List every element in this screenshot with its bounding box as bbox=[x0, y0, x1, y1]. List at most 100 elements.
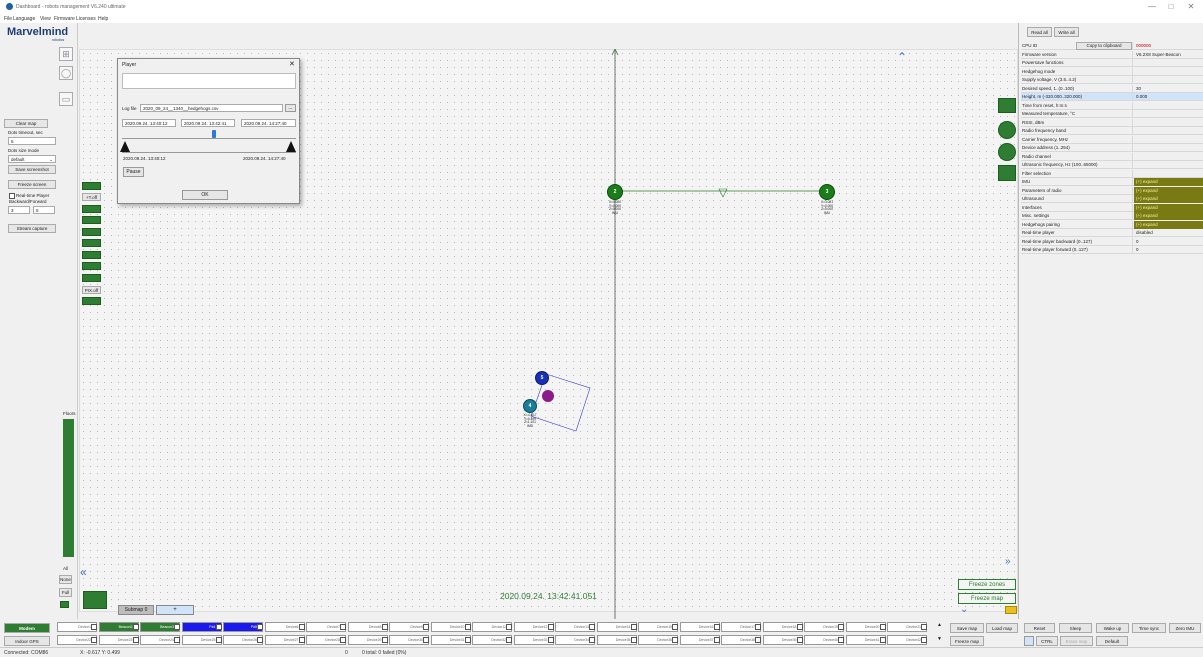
current-time-input[interactable]: 2020.09.24. 13:42:41 bbox=[181, 119, 235, 127]
beacon-2[interactable]: 2 bbox=[607, 184, 623, 200]
maximize-button[interactable]: □ bbox=[1164, 2, 1178, 11]
device-checkbox[interactable] bbox=[215, 624, 222, 630]
property-value[interactable]: 0.000 bbox=[1134, 93, 1203, 101]
property-value[interactable] bbox=[1134, 144, 1203, 152]
device-checkbox[interactable] bbox=[879, 637, 886, 643]
add-submap-button[interactable]: + bbox=[156, 605, 194, 615]
device-checkbox[interactable] bbox=[464, 624, 471, 630]
property-value[interactable] bbox=[1134, 119, 1203, 127]
player-close-icon[interactable]: ✕ bbox=[289, 60, 295, 68]
ctrl-indicator[interactable] bbox=[1024, 636, 1034, 646]
sleep-button[interactable]: Sleep bbox=[1059, 623, 1092, 633]
freeze-zones-button[interactable]: Freeze zones bbox=[958, 579, 1016, 590]
device-checkbox[interactable] bbox=[91, 637, 97, 643]
device-checkbox[interactable] bbox=[796, 624, 803, 630]
device-checkbox[interactable] bbox=[215, 637, 222, 643]
property-row[interactable]: Firmware version V6.2X8 Super-Beacon bbox=[1021, 50, 1203, 59]
property-row[interactable]: RSSI, dBm bbox=[1021, 118, 1203, 127]
device-checkbox[interactable] bbox=[132, 624, 139, 630]
property-value[interactable]: 000000 bbox=[1134, 42, 1203, 50]
device-checkbox[interactable] bbox=[547, 624, 554, 630]
property-row[interactable]: CPU ID 000000 Copy to clipboard bbox=[1021, 42, 1203, 50]
save-screenshot-button[interactable]: Save screenshot bbox=[8, 165, 56, 174]
property-row[interactable]: Misc. settings (+) expand bbox=[1021, 212, 1203, 220]
device-checkbox[interactable] bbox=[672, 624, 678, 630]
submap-tab[interactable]: Submap 0 bbox=[118, 605, 154, 615]
device-checkbox[interactable] bbox=[921, 624, 927, 630]
device-checkbox[interactable] bbox=[298, 637, 305, 643]
property-row[interactable]: Time from reset, h:m:s bbox=[1021, 101, 1203, 110]
property-value[interactable] bbox=[1134, 110, 1203, 118]
property-row[interactable]: IMU (+) expand bbox=[1021, 178, 1203, 186]
device-checkbox[interactable] bbox=[423, 637, 429, 643]
property-row[interactable]: Radio channel bbox=[1021, 152, 1203, 161]
hedgehog-5[interactable]: 5 bbox=[535, 371, 549, 385]
device-checkbox[interactable] bbox=[257, 624, 263, 630]
floor-button[interactable] bbox=[60, 601, 69, 608]
property-value[interactable]: 30 bbox=[1134, 85, 1203, 93]
property-value[interactable] bbox=[1134, 127, 1203, 135]
stream-capture-button[interactable]: Stream capture bbox=[8, 224, 56, 233]
end-time-input[interactable]: 2020.09.24. 14:27:40 bbox=[241, 119, 296, 127]
range-start-handle-icon[interactable] bbox=[120, 141, 130, 152]
property-value[interactable] bbox=[1134, 161, 1203, 169]
property-value[interactable] bbox=[1134, 153, 1203, 161]
zero-imu-button[interactable]: Zero IMU bbox=[1169, 623, 1201, 633]
device-checkbox[interactable] bbox=[838, 637, 844, 643]
property-row[interactable]: Real-time player forward (0..127) 0 bbox=[1021, 246, 1203, 254]
property-row[interactable]: Interfaces (+) expand bbox=[1021, 203, 1203, 212]
property-value[interactable]: (+) expand bbox=[1134, 220, 1203, 229]
property-row[interactable]: Radio frequency band bbox=[1021, 127, 1203, 135]
device-checkbox[interactable] bbox=[381, 624, 388, 630]
property-value[interactable]: disabled bbox=[1134, 229, 1203, 237]
device-checkbox[interactable] bbox=[879, 624, 886, 630]
timeline-track[interactable] bbox=[122, 138, 296, 139]
property-row[interactable]: Supply voltage, V (3.5..4.2) bbox=[1021, 76, 1203, 84]
floors-full-button[interactable]: Full bbox=[59, 588, 72, 597]
pause-button[interactable]: Pause bbox=[123, 167, 144, 177]
device-checkbox[interactable] bbox=[630, 624, 637, 630]
erase-map-button[interactable]: Erase map bbox=[1060, 636, 1093, 646]
device-checkbox[interactable] bbox=[506, 637, 512, 643]
property-value[interactable] bbox=[1134, 59, 1203, 67]
property-row[interactable]: Hedgehog mode bbox=[1021, 67, 1203, 76]
property-value[interactable]: V6.2X8 Super-Beacon bbox=[1134, 51, 1203, 59]
device-checkbox[interactable] bbox=[132, 637, 139, 643]
clear-map-button[interactable]: Clear map bbox=[4, 119, 48, 128]
rotate-icon[interactable]: ◯ bbox=[59, 66, 73, 80]
freeze-map-button[interactable]: Freeze map bbox=[950, 636, 984, 646]
beacon-3[interactable]: 3 bbox=[819, 184, 835, 200]
hedgehog-4[interactable]: 4 bbox=[523, 399, 537, 413]
freeze-screen-button[interactable]: Freeze screen bbox=[8, 180, 56, 189]
device-checkbox[interactable] bbox=[630, 637, 637, 643]
default-button[interactable]: Default bbox=[1096, 636, 1128, 646]
device-checkbox[interactable] bbox=[340, 624, 346, 630]
property-value[interactable] bbox=[1134, 76, 1203, 84]
device-checkbox[interactable] bbox=[713, 637, 720, 643]
property-value[interactable]: (+) expand bbox=[1134, 203, 1203, 212]
property-row[interactable]: Desired speed, 1..(0..100) 30 bbox=[1021, 84, 1203, 93]
device-checkbox[interactable] bbox=[921, 637, 927, 643]
device-checkbox[interactable] bbox=[174, 624, 180, 630]
property-value[interactable]: (+) expand bbox=[1134, 178, 1203, 186]
property-row[interactable]: Device address (1..254) bbox=[1021, 144, 1203, 152]
browse-button[interactable]: ... bbox=[285, 104, 296, 112]
ctrl-button[interactable]: CTRL bbox=[1036, 636, 1058, 646]
property-value[interactable] bbox=[1134, 102, 1203, 110]
reset-button[interactable]: Reset bbox=[1024, 623, 1055, 633]
dots-size-select[interactable]: default ⌄ bbox=[8, 155, 56, 163]
device-checkbox[interactable] bbox=[796, 637, 803, 643]
property-value[interactable]: 0 bbox=[1134, 246, 1203, 254]
property-value[interactable]: 0 bbox=[1134, 238, 1203, 246]
floors-none-button[interactable]: None bbox=[59, 575, 72, 584]
property-value[interactable] bbox=[1134, 136, 1203, 144]
property-value[interactable] bbox=[1134, 68, 1203, 76]
ruler-icon[interactable]: ▭ bbox=[59, 92, 73, 106]
device-checkbox[interactable] bbox=[174, 637, 180, 643]
floors-list[interactable] bbox=[63, 419, 74, 557]
property-value[interactable]: (+) expand bbox=[1134, 186, 1203, 195]
range-end-handle-icon[interactable] bbox=[286, 141, 296, 152]
add-beacon-icon[interactable]: ⊞ bbox=[59, 47, 73, 61]
copy-to-clipboard-button[interactable]: Copy to clipboard bbox=[1076, 42, 1132, 50]
freeze-map-toggle[interactable]: Freeze map bbox=[958, 593, 1016, 604]
